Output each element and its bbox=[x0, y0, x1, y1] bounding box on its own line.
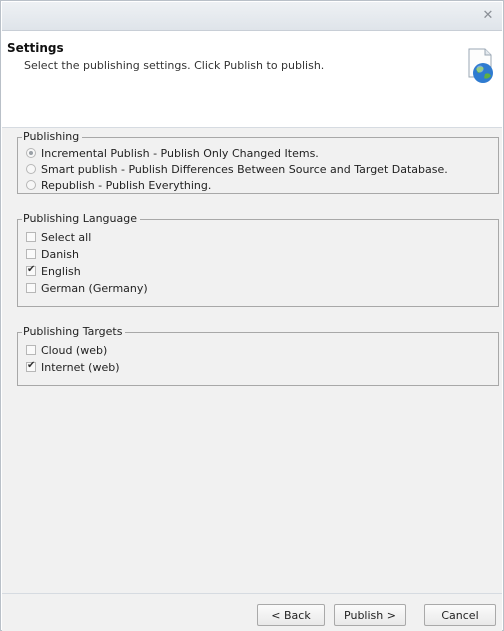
incremental-publish-option[interactable]: Incremental Publish - Publish Only Chang… bbox=[26, 145, 319, 161]
incremental-publish-label: Incremental Publish - Publish Only Chang… bbox=[41, 146, 319, 160]
back-button[interactable]: < Back bbox=[257, 604, 325, 626]
select-all-label: Select all bbox=[41, 230, 92, 244]
german-label: German (Germany) bbox=[41, 281, 148, 295]
wizard-header: Settings Select the publishing settings.… bbox=[2, 31, 502, 128]
globe-document-icon bbox=[468, 48, 493, 83]
cancel-button[interactable]: Cancel bbox=[424, 604, 496, 626]
publish-button[interactable]: Publish > bbox=[334, 604, 406, 626]
smart-publish-option[interactable]: Smart publish - Publish Differences Betw… bbox=[26, 161, 448, 177]
publishing-targets-legend: Publishing Targets bbox=[22, 325, 126, 338]
english-option[interactable]: English bbox=[26, 263, 81, 279]
german-option[interactable]: German (Germany) bbox=[26, 280, 148, 296]
publishing-legend: Publishing bbox=[22, 130, 83, 143]
select-all-option[interactable]: Select all bbox=[26, 229, 91, 245]
page-title: Settings bbox=[7, 41, 64, 55]
english-label: English bbox=[41, 264, 81, 278]
cloud-web-label: Cloud (web) bbox=[41, 343, 108, 357]
publish-dialog: ✕ Settings Select the publishing setting… bbox=[0, 0, 504, 631]
publishing-language-group: Publishing Language Select all Danish En… bbox=[17, 212, 499, 307]
settings-panel: Publishing Incremental Publish - Publish… bbox=[2, 128, 502, 593]
danish-option[interactable]: Danish bbox=[26, 246, 79, 262]
internet-web-option[interactable]: Internet (web) bbox=[26, 359, 120, 375]
publishing-targets-group: Publishing Targets Cloud (web) Internet … bbox=[17, 325, 499, 386]
smart-publish-label: Smart publish - Publish Differences Betw… bbox=[41, 162, 448, 176]
publishing-language-legend: Publishing Language bbox=[22, 212, 141, 225]
cloud-web-option[interactable]: Cloud (web) bbox=[26, 342, 107, 358]
german-checkbox[interactable] bbox=[26, 283, 36, 293]
incremental-publish-radio[interactable] bbox=[26, 148, 36, 158]
english-checkbox[interactable] bbox=[26, 264, 36, 276]
publishing-group: Publishing Incremental Publish - Publish… bbox=[17, 130, 499, 194]
republish-label: Republish - Publish Everything. bbox=[41, 178, 212, 192]
internet-web-label: Internet (web) bbox=[41, 360, 120, 374]
page-subtitle: Select the publishing settings. Click Pu… bbox=[24, 59, 325, 72]
close-icon[interactable]: ✕ bbox=[480, 8, 496, 24]
republish-radio[interactable] bbox=[26, 180, 36, 190]
danish-label: Danish bbox=[41, 247, 79, 261]
title-bar: ✕ bbox=[2, 2, 502, 31]
danish-checkbox[interactable] bbox=[26, 249, 36, 259]
internet-web-checkbox[interactable] bbox=[26, 360, 36, 372]
wizard-footer: < Back Publish > Cancel bbox=[2, 593, 502, 631]
republish-option[interactable]: Republish - Publish Everything. bbox=[26, 177, 211, 193]
select-all-checkbox[interactable] bbox=[26, 232, 36, 242]
cloud-web-checkbox[interactable] bbox=[26, 345, 36, 355]
smart-publish-radio[interactable] bbox=[26, 164, 36, 174]
